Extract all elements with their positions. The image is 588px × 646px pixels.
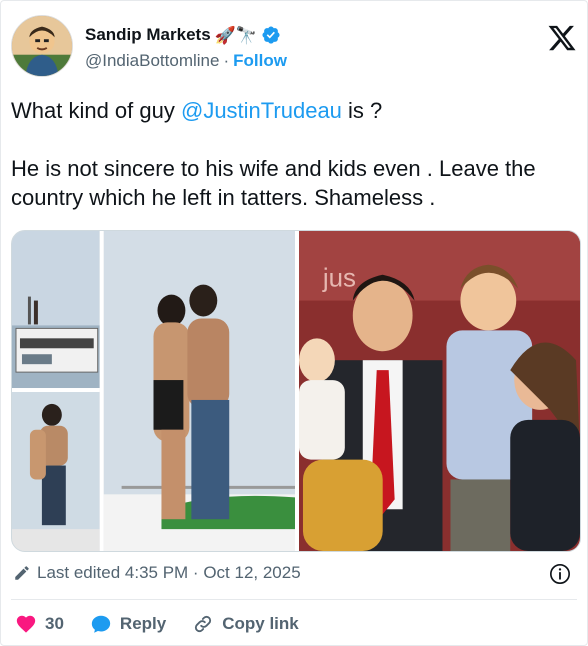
tweet-line-1-suffix: is ? <box>341 98 383 123</box>
divider <box>11 599 577 600</box>
tweet-body: He is not sincere to his wife and kids e… <box>11 156 536 210</box>
like-count: 30 <box>45 614 64 633</box>
like-button[interactable]: 30 <box>15 613 64 635</box>
handle[interactable]: @IndiaBottomline <box>85 51 219 71</box>
family-photo[interactable]: jus <box>298 231 580 551</box>
x-logo-icon[interactable] <box>547 23 577 53</box>
info-icon[interactable] <box>549 563 571 585</box>
edited-timestamp: Last edited 4:35 PM · Oct 12, 2025 <box>37 563 301 582</box>
tweet-card: Sandip Markets 🚀🔭 @IndiaBottomline · Fol… <box>0 0 588 646</box>
handle-separator: · <box>223 51 230 70</box>
copy-link-label: Copy link <box>222 614 299 633</box>
embrace-large-photo[interactable] <box>103 231 296 551</box>
action-bar: 30 Reply Copy link <box>15 613 325 635</box>
link-icon <box>195 615 212 633</box>
tweet-line-1-prefix: What kind of guy <box>11 98 181 123</box>
reply-label: Reply <box>119 614 167 633</box>
name-emoji: 🚀🔭 <box>214 25 257 45</box>
avatar[interactable] <box>11 15 73 77</box>
avatar-cartoon-icon <box>12 16 72 76</box>
pencil-icon <box>15 566 29 580</box>
media-collage: jus <box>12 231 580 551</box>
media-grid[interactable]: jus <box>11 230 581 552</box>
verified-badge-icon <box>261 25 281 45</box>
reply-button[interactable]: Reply <box>90 613 166 635</box>
heart-icon <box>16 615 36 633</box>
yacht-photo[interactable] <box>12 231 100 389</box>
follow-button[interactable]: Follow <box>233 51 287 71</box>
edited-info[interactable]: Last edited 4:35 PM · Oct 12, 2025 <box>13 563 301 583</box>
copy-link-button[interactable]: Copy link <box>192 613 299 635</box>
sign-text: jus <box>322 265 356 293</box>
display-name[interactable]: Sandip Markets <box>85 25 211 45</box>
tweet-text: What kind of guy @JustinTrudeau is ? He … <box>11 96 571 212</box>
reply-bubble-icon <box>91 615 111 633</box>
embrace-closeup-photo[interactable] <box>12 391 100 551</box>
name-row: Sandip Markets 🚀🔭 <box>85 25 281 45</box>
mention-link[interactable]: @JustinTrudeau <box>181 98 342 123</box>
tweet-line-1: What kind of guy @JustinTrudeau is ? <box>11 96 571 125</box>
handle-row: @IndiaBottomline · Follow <box>85 51 287 71</box>
